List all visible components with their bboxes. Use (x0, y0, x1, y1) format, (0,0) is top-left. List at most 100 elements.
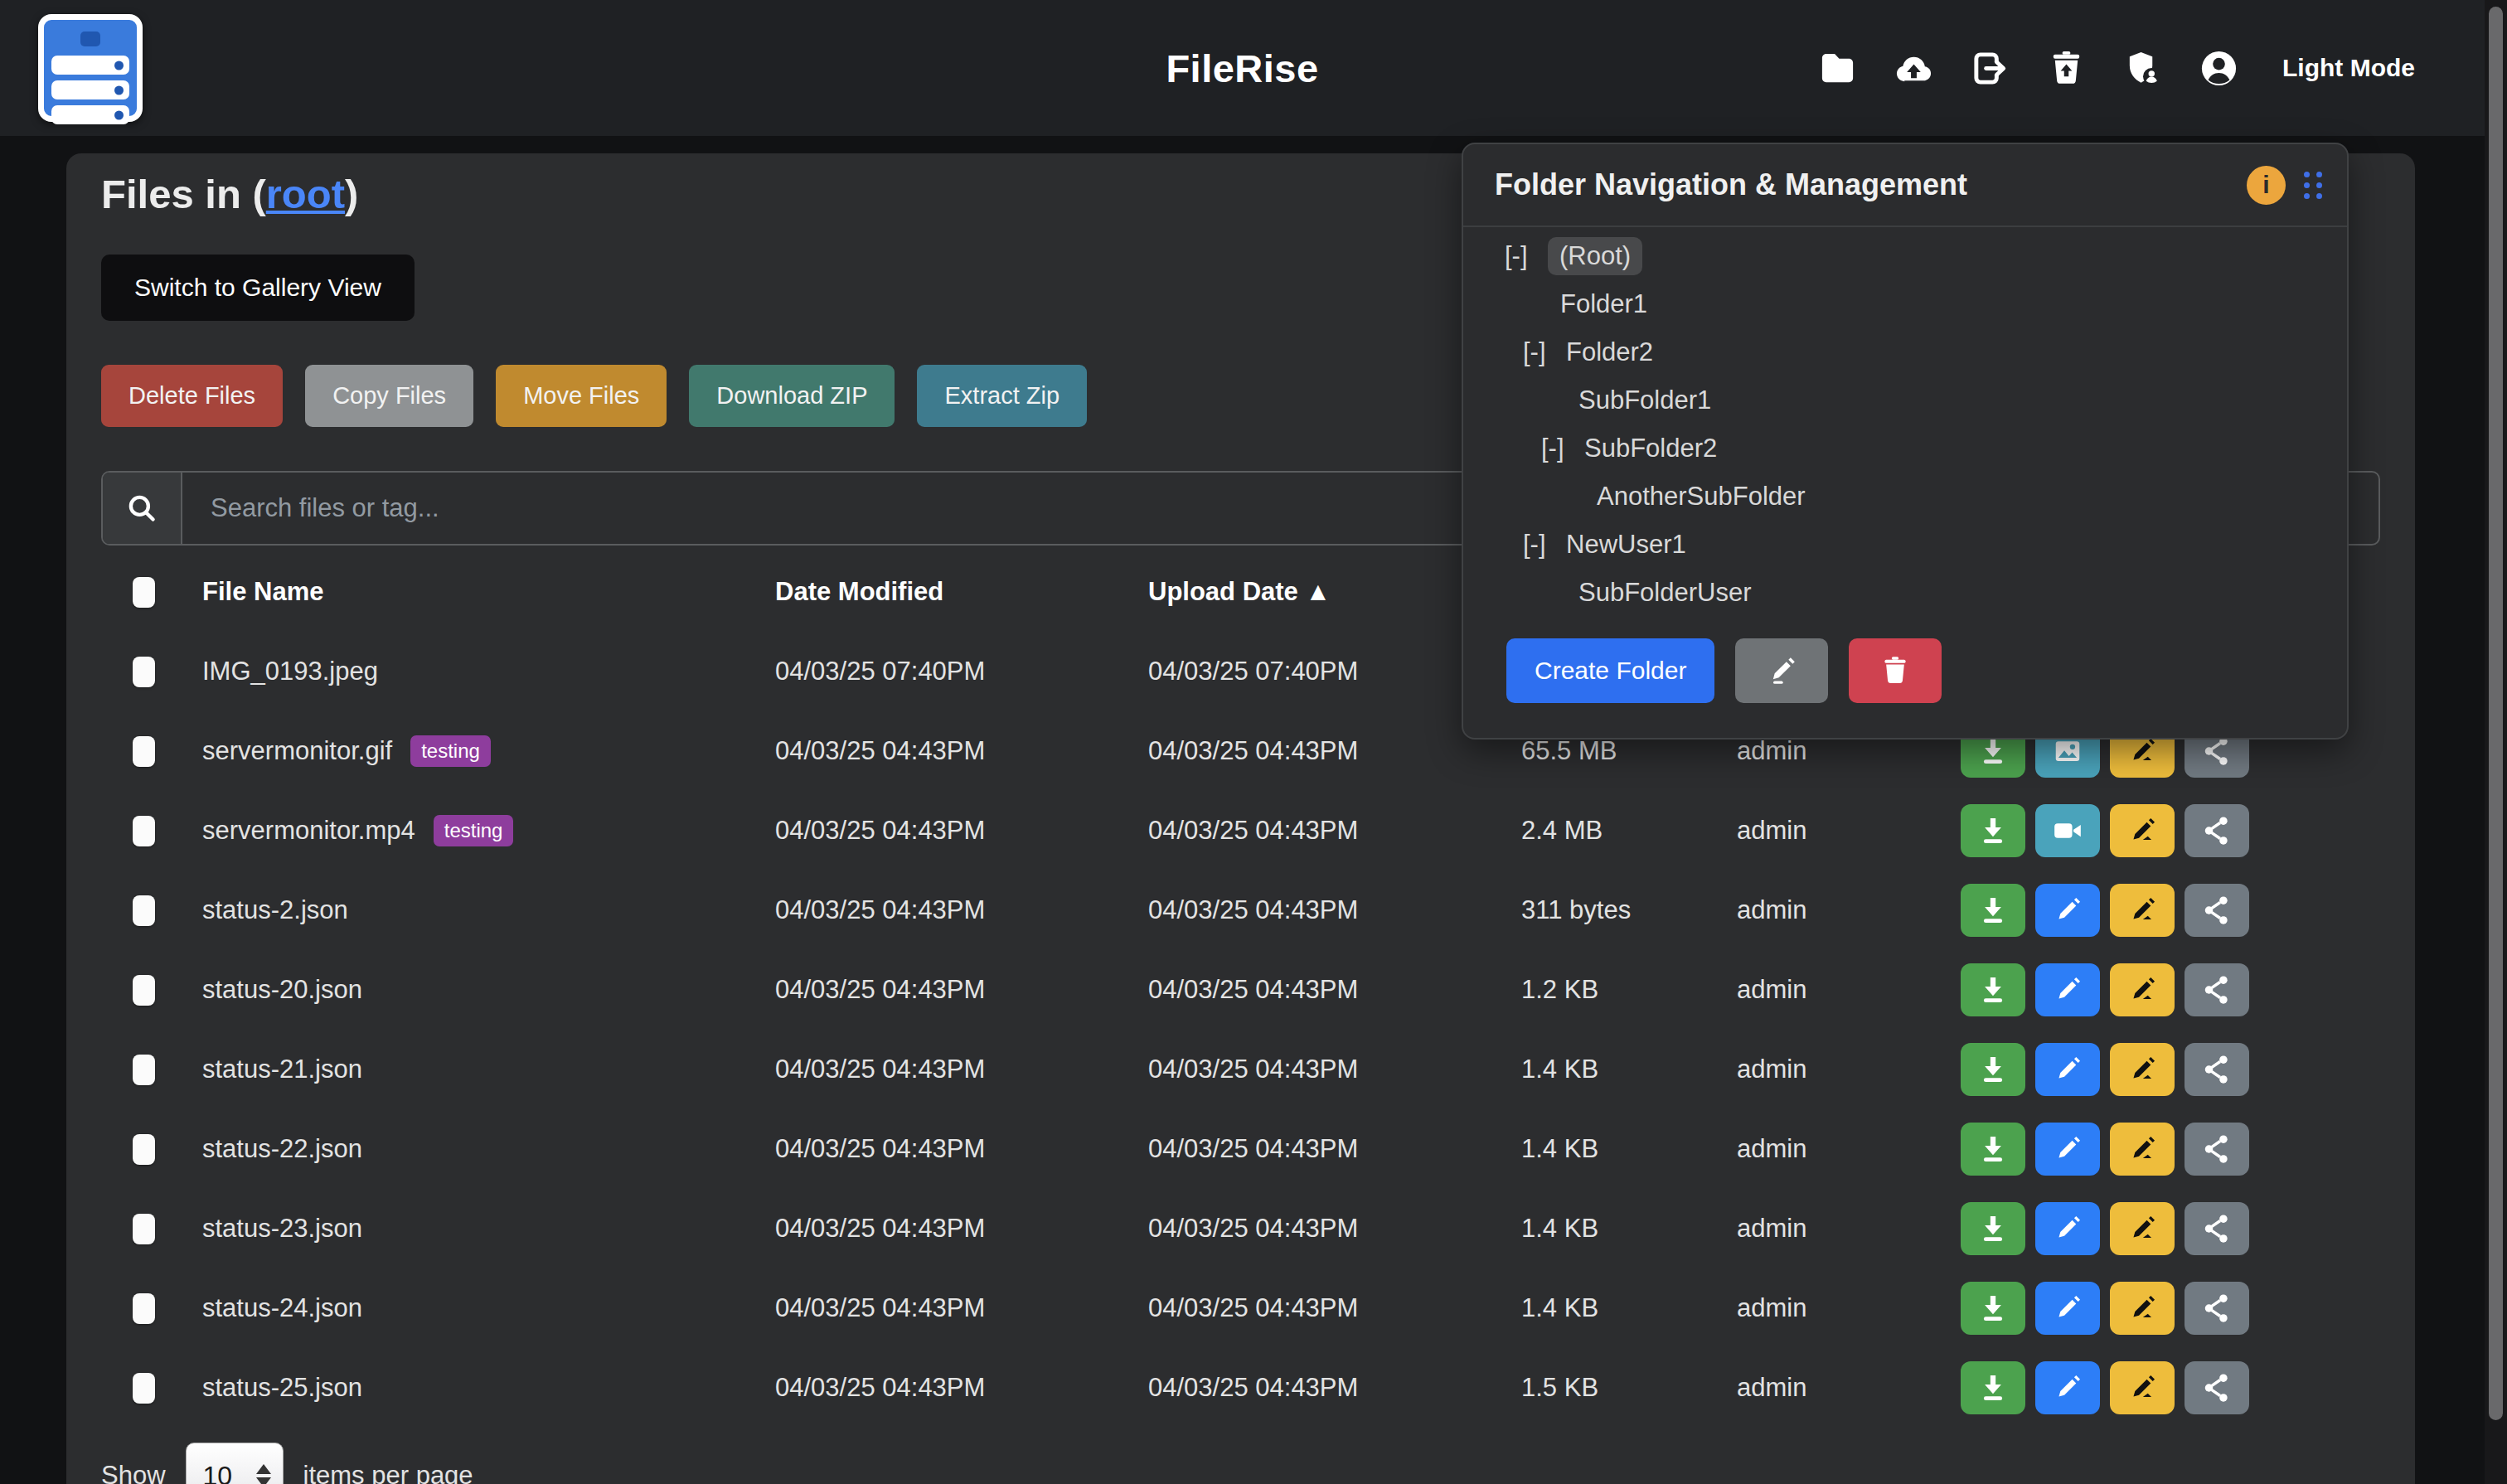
row-checkbox[interactable] (133, 1293, 155, 1324)
folder-tree-item[interactable]: AnotherSubFolder (1463, 473, 2347, 521)
user-shield-icon[interactable] (2123, 49, 2162, 88)
share-icon (2201, 815, 2233, 846)
column-file-name[interactable]: File Name (202, 577, 775, 607)
rename-button[interactable] (2110, 963, 2175, 1016)
preview-button[interactable] (2035, 963, 2100, 1016)
select-all-checkbox[interactable] (133, 577, 155, 608)
download-zip-button[interactable]: Download ZIP (689, 365, 895, 427)
preview-button[interactable] (2035, 1202, 2100, 1255)
row-checkbox[interactable] (133, 895, 155, 926)
rename-button[interactable] (2110, 1361, 2175, 1414)
upload-date: 04/03/25 04:43PM (1148, 1134, 1521, 1164)
share-icon (2201, 1372, 2233, 1404)
download-button[interactable] (1961, 1202, 2025, 1255)
preview-button[interactable] (2035, 1282, 2100, 1335)
download-button[interactable] (1961, 804, 2025, 857)
rename-folder-button[interactable] (1735, 638, 1828, 703)
share-button[interactable] (2185, 1361, 2249, 1414)
row-checkbox[interactable] (133, 816, 155, 846)
row-checkbox[interactable] (133, 975, 155, 1006)
edit-icon (2052, 1054, 2083, 1085)
file-row: status-20.json04/03/25 04:43PM04/03/25 0… (101, 950, 2380, 1030)
share-button[interactable] (2185, 1123, 2249, 1176)
share-button[interactable] (2185, 963, 2249, 1016)
download-button[interactable] (1961, 1361, 2025, 1414)
share-icon (2201, 1292, 2233, 1324)
preview-button[interactable] (2035, 884, 2100, 937)
row-checkbox[interactable] (133, 736, 155, 767)
drag-handle-icon[interactable] (2304, 172, 2322, 199)
file-name: status-21.json (202, 1055, 362, 1084)
preview-button[interactable] (2035, 1043, 2100, 1096)
preview-button[interactable] (2035, 1123, 2100, 1176)
row-checkbox[interactable] (133, 1134, 155, 1165)
app-title: FileRise (1166, 46, 1318, 91)
rename-button[interactable] (2110, 1123, 2175, 1176)
copy-files-button[interactable]: Copy Files (305, 365, 473, 427)
scrollbar-thumb[interactable] (2489, 7, 2503, 1420)
file-name: servermonitor.gif (202, 736, 392, 766)
page-scrollbar[interactable] (2485, 0, 2507, 1484)
column-date-modified[interactable]: Date Modified (775, 577, 1148, 607)
share-button[interactable] (2185, 884, 2249, 937)
create-folder-button[interactable]: Create Folder (1506, 638, 1714, 703)
download-button[interactable] (1961, 1043, 2025, 1096)
folder-tree-item[interactable]: [-](Root) (1463, 232, 2347, 280)
folder-tree-item[interactable]: [-]SubFolder2 (1463, 424, 2347, 473)
folder-tree-item[interactable]: [-]Folder2 (1463, 328, 2347, 376)
share-button[interactable] (2185, 804, 2249, 857)
folder-tree-item[interactable]: Folder1 (1463, 280, 2347, 328)
collapse-toggle[interactable]: [-] (1523, 337, 1566, 367)
row-checkbox[interactable] (133, 1373, 155, 1404)
folder-icon[interactable] (1818, 49, 1857, 88)
row-checkbox[interactable] (133, 1214, 155, 1244)
switch-gallery-view-button[interactable]: Switch to Gallery View (101, 255, 415, 321)
row-actions (1961, 1202, 2380, 1255)
row-checkbox[interactable] (133, 657, 155, 687)
download-button[interactable] (1961, 1282, 2025, 1335)
share-icon (2201, 1054, 2233, 1085)
collapse-toggle[interactable]: [-] (1523, 530, 1566, 560)
folder-tree: [-](Root)Folder1[-]Folder2SubFolder1[-]S… (1463, 227, 2347, 617)
download-icon (1977, 815, 2009, 846)
folder-tree-item[interactable]: SubFolder1 (1463, 376, 2347, 424)
download-button[interactable] (1961, 1123, 2025, 1176)
info-icon[interactable]: i (2247, 166, 2286, 205)
upload-date: 04/03/25 04:43PM (1148, 895, 1521, 925)
download-button[interactable] (1961, 963, 2025, 1016)
rename-button[interactable] (2110, 804, 2175, 857)
uploader: admin (1737, 736, 1961, 766)
delete-files-button[interactable]: Delete Files (101, 365, 283, 427)
delete-folder-button[interactable] (1849, 638, 1942, 703)
rename-button[interactable] (2110, 884, 2175, 937)
extract-zip-button[interactable]: Extract Zip (917, 365, 1087, 427)
share-button[interactable] (2185, 1043, 2249, 1096)
rename-button[interactable] (2110, 1282, 2175, 1335)
rename-button[interactable] (2110, 1202, 2175, 1255)
folder-tree-item[interactable]: [-]NewUser1 (1463, 521, 2347, 569)
rename-button[interactable] (2110, 1043, 2175, 1096)
file-size: 1.4 KB (1521, 1055, 1737, 1084)
rename-icon (2126, 1054, 2158, 1085)
sign-out-icon[interactable] (1971, 49, 2010, 88)
move-files-button[interactable]: Move Files (496, 365, 667, 427)
cloud-upload-icon[interactable] (1894, 49, 1933, 88)
preview-button[interactable] (2035, 804, 2100, 857)
user-circle-icon[interactable] (2199, 49, 2238, 88)
row-checkbox[interactable] (133, 1055, 155, 1085)
filerise-logo[interactable] (38, 14, 143, 122)
share-button[interactable] (2185, 1202, 2249, 1255)
download-icon (1977, 895, 2009, 926)
search-icon[interactable] (103, 473, 182, 544)
trash-restore-icon[interactable] (2047, 49, 2086, 88)
preview-button[interactable] (2035, 1361, 2100, 1414)
root-folder-link[interactable]: root (266, 172, 345, 216)
download-button[interactable] (1961, 884, 2025, 937)
folder-tree-item[interactable]: SubFolderUser (1463, 569, 2347, 617)
collapse-toggle[interactable]: [-] (1505, 241, 1548, 271)
collapse-toggle[interactable]: [-] (1541, 434, 1584, 463)
items-per-page-select[interactable]: 10 (186, 1443, 284, 1484)
light-mode-toggle[interactable]: Light Mode (2282, 54, 2415, 82)
share-button[interactable] (2185, 1282, 2249, 1335)
uploader: admin (1737, 895, 1961, 925)
